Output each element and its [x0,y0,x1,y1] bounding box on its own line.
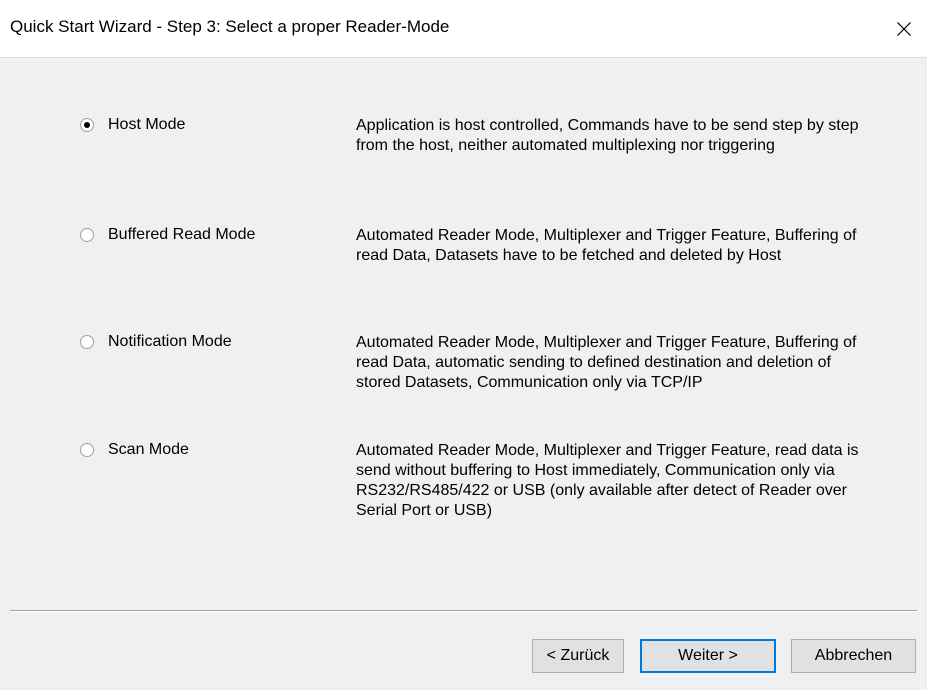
radio-scan-mode[interactable] [80,443,94,457]
cancel-button[interactable]: Abbrechen [791,639,916,673]
separator [10,610,917,612]
description-host-mode: Application is host controlled, Commands… [356,117,859,154]
radio-notification-mode[interactable] [80,335,94,349]
radio-label-notification-mode[interactable]: Notification Mode [108,333,232,351]
description-scan-mode: Automated Reader Mode, Multiplexer and T… [356,442,859,519]
window-title: Quick Start Wizard - Step 3: Select a pr… [10,17,450,36]
radio-label-buffered-read-mode[interactable]: Buffered Read Mode [108,226,255,244]
description-buffered-read-mode: Automated Reader Mode, Multiplexer and T… [356,227,857,264]
title-bar: Quick Start Wizard - Step 3: Select a pr… [0,0,927,58]
description-notification-mode: Automated Reader Mode, Multiplexer and T… [356,334,857,391]
radio-buffered-read-mode[interactable] [80,228,94,242]
radio-host-mode[interactable] [80,118,94,132]
back-button[interactable]: < Zurück [532,639,624,673]
radio-label-scan-mode[interactable]: Scan Mode [108,441,189,459]
close-icon [897,22,911,36]
next-button[interactable]: Weiter > [640,639,776,673]
radio-label-host-mode[interactable]: Host Mode [108,116,185,134]
close-button[interactable] [881,0,927,58]
